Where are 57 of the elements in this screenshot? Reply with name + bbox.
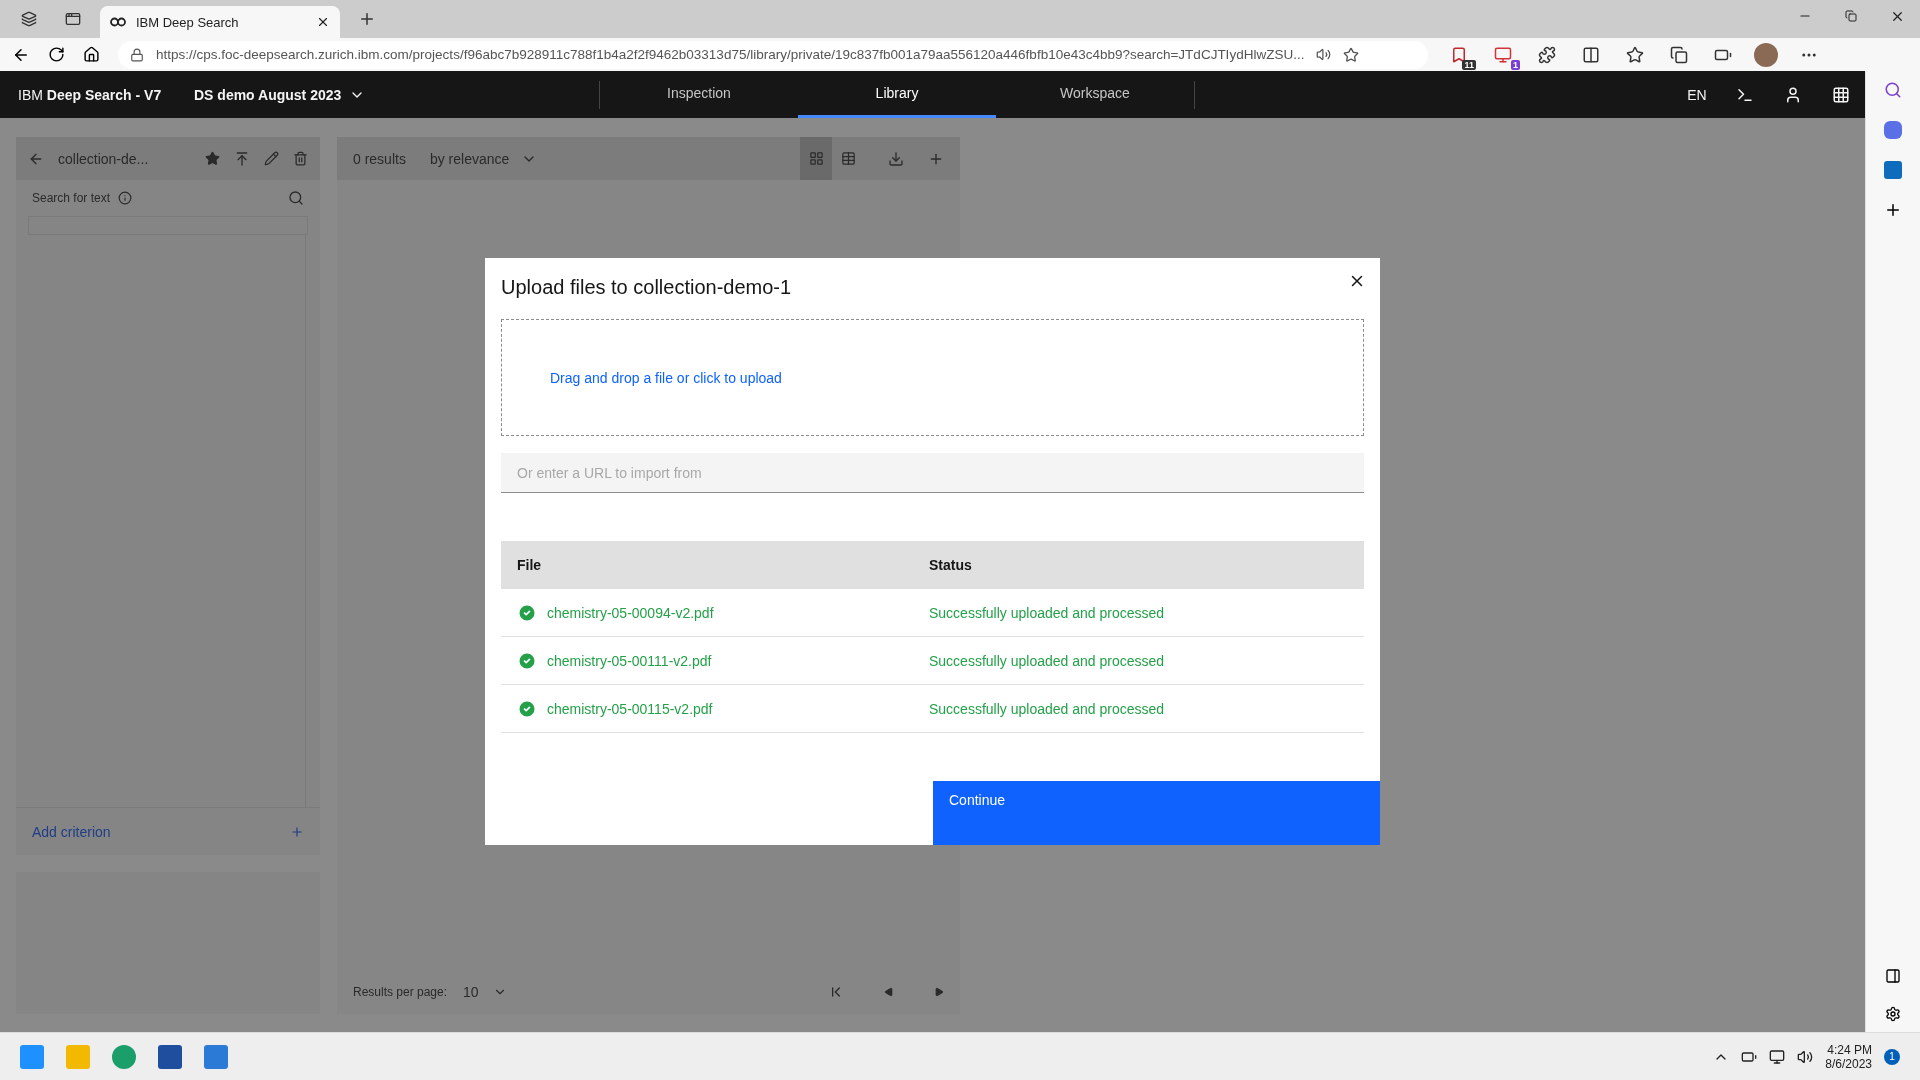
- badge: 11: [1462, 59, 1476, 70]
- download-icon[interactable]: [888, 150, 904, 167]
- upload-icon[interactable]: [234, 150, 250, 167]
- browser-tab[interactable]: IBM Deep Search: [100, 6, 340, 38]
- status-text: Successfully uploaded and processed: [929, 700, 1165, 717]
- column-header: Status: [928, 556, 973, 573]
- extension-icon[interactable]: [1450, 45, 1468, 64]
- nav-tab[interactable]: Workspace: [996, 71, 1194, 118]
- file-name: chemistry-05-00111-v2.pdf: [547, 652, 712, 669]
- read-aloud-icon[interactable]: [1316, 47, 1332, 62]
- favorite-icon[interactable]: [1343, 46, 1360, 63]
- close-icon[interactable]: [316, 15, 330, 29]
- language-button[interactable]: EN: [1673, 71, 1721, 118]
- grid-view-icon[interactable]: [800, 137, 832, 180]
- add-icon[interactable]: [1884, 201, 1902, 219]
- search-icon[interactable]: [1884, 81, 1902, 99]
- sort-dropdown[interactable]: by relevance: [429, 150, 510, 167]
- search-label: Search for text: [32, 191, 111, 205]
- badge: 1: [1511, 59, 1520, 70]
- column-header: File: [516, 556, 543, 573]
- file-name: chemistry-05-00115-v2.pdf: [547, 700, 713, 717]
- notification-badge[interactable]: 1: [1884, 1048, 1900, 1065]
- previous-page-icon[interactable]: [884, 987, 894, 997]
- collection-name: collection-de...: [58, 150, 150, 167]
- address-bar[interactable]: https://cps.foc-deepsearch.zurich.ibm.com/projects/f96abc7b928911c788f1b4a2f2f9462b03313d75/library/private/19c837fb001a79aa556120a446fbfb10e43c4bb9?search=JTdCJTIydHlwZSU...: [118, 40, 1428, 69]
- per-page-label: Results per page:: [353, 985, 448, 999]
- nav-tab[interactable]: Inspection: [600, 71, 798, 118]
- sidebar-icon[interactable]: [1885, 968, 1901, 984]
- drop-zone[interactable]: Drag and drop a file or click to upload: [501, 319, 1364, 436]
- dialog-title: Upload files to collection-demo-1: [501, 276, 792, 299]
- success-icon: [517, 650, 537, 671]
- network-icon[interactable]: [1769, 1048, 1786, 1065]
- settings-icon[interactable]: [1885, 1006, 1901, 1022]
- app-brand[interactable]: IBM Deep Search - V7: [0, 86, 178, 103]
- clock[interactable]: 4:24 PM 8/6/2023: [1825, 1042, 1872, 1071]
- lock-icon: [130, 47, 144, 62]
- upload-link[interactable]: Drag and drop a file or click to upload: [550, 369, 782, 386]
- url-input-field[interactable]: Or enter a URL to import from: [501, 453, 1364, 493]
- continue-button[interactable]: Continue: [933, 781, 1380, 845]
- edit-icon[interactable]: [264, 151, 279, 166]
- avatar[interactable]: [1754, 42, 1778, 67]
- home-icon[interactable]: [83, 46, 100, 63]
- next-page-icon[interactable]: [934, 987, 944, 997]
- delete-icon[interactable]: [293, 151, 308, 166]
- results-count: 0 results: [353, 150, 406, 167]
- success-icon: [517, 698, 537, 719]
- status-text: Successfully uploaded and processed: [929, 604, 1165, 621]
- volume-icon[interactable]: [1797, 1048, 1814, 1065]
- star-icon[interactable]: [205, 151, 220, 166]
- info-icon[interactable]: [118, 191, 133, 205]
- file-name: chemistry-05-00094-v2.pdf: [547, 604, 714, 621]
- status-text: Successfully uploaded and processed: [929, 652, 1165, 669]
- success-icon: [517, 602, 537, 623]
- search-icon[interactable]: [288, 190, 304, 206]
- project-selector[interactable]: DS demo August 2023: [194, 86, 342, 103]
- per-page-select[interactable]: 10: [463, 984, 479, 1000]
- reload-icon[interactable]: [48, 46, 65, 63]
